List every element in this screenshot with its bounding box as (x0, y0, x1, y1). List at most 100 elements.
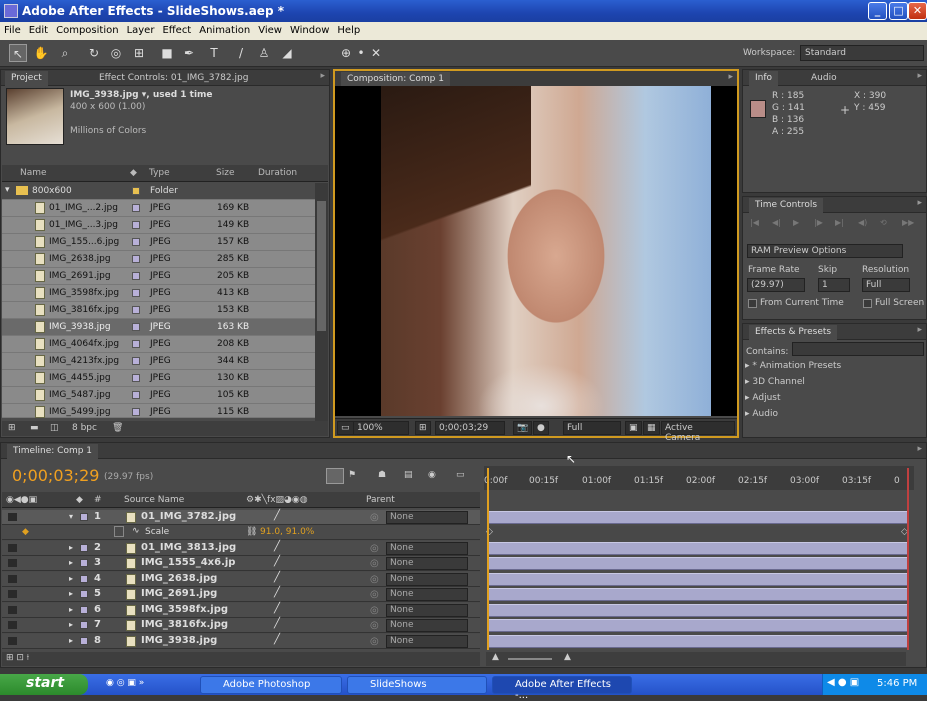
label-color[interactable] (80, 544, 88, 552)
loop-icon[interactable]: ⟲ (880, 218, 896, 228)
rotate-tool-icon[interactable]: ↻ (85, 44, 103, 62)
col-parent[interactable]: Parent (366, 495, 395, 505)
panel-menu-icon[interactable]: ▸ (320, 71, 325, 81)
layer-name[interactable]: IMG_3816fx.jpg (141, 619, 228, 630)
label-color[interactable] (132, 391, 140, 399)
pickwhip-icon[interactable]: ◎ (370, 605, 379, 616)
pan-behind-icon[interactable]: ⊞ (130, 44, 148, 62)
tab-timeline[interactable]: Timeline: Comp 1 (7, 444, 99, 459)
tab-effects-presets[interactable]: Effects & Presets (749, 325, 838, 340)
file-row[interactable]: IMG_5499.jpg JPEG 115 KB (2, 404, 315, 418)
label-color[interactable] (132, 187, 140, 195)
layer-row[interactable]: ▸ 6 IMG_3598fx.jpg ╱ ◎ None (2, 603, 480, 618)
pickwhip-icon[interactable]: ◎ (370, 558, 379, 569)
effects-search-input[interactable] (792, 342, 924, 356)
panel-menu-icon[interactable]: ▸ (917, 71, 922, 81)
parent-dropdown[interactable]: None (386, 619, 468, 632)
menu-file[interactable]: File (0, 22, 25, 36)
stopwatch-icon[interactable] (114, 526, 124, 537)
label-color[interactable] (132, 272, 140, 280)
task-photoshop[interactable]: Adobe Photoshop (200, 676, 342, 694)
next-frame-icon[interactable]: |▶ (814, 218, 830, 228)
quick-launch-icons[interactable]: ◉ ◎ ▣ » (106, 678, 144, 688)
trash-icon[interactable]: 🗑 (112, 423, 123, 433)
parent-dropdown[interactable]: None (386, 635, 468, 648)
pickwhip-icon[interactable]: ◎ (370, 620, 379, 631)
frame-rate-dropdown[interactable]: (29.97) (747, 278, 805, 292)
menu-composition[interactable]: Composition (52, 22, 122, 36)
parent-dropdown[interactable]: None (386, 542, 468, 555)
mask-tool-icon[interactable]: ■ (158, 44, 176, 62)
layer-name[interactable]: IMG_3598fx.jpg (141, 604, 228, 615)
effects-item[interactable]: ▸ Adjust (745, 393, 915, 408)
video-toggle-icon[interactable] (8, 513, 17, 521)
layer-duration-bar[interactable] (489, 542, 907, 555)
pickwhip-icon[interactable]: ◎ (370, 589, 379, 600)
parent-dropdown[interactable]: None (386, 511, 468, 524)
label-color[interactable] (80, 637, 88, 645)
layer-name[interactable]: IMG_2691.jpg (141, 588, 217, 599)
layer-row[interactable]: ▸ 7 IMG_3816fx.jpg ╱ ◎ None (2, 618, 480, 633)
new-folder-icon[interactable]: ▬ (30, 423, 39, 433)
timeline-current-time[interactable]: 0;00;03;29 (12, 466, 99, 485)
ram-preview-icon[interactable]: ▶▶ (902, 218, 918, 228)
expand-triangle-icon[interactable]: ▸ (69, 636, 73, 645)
scale-value[interactable]: 91.0, 91.0% (260, 527, 314, 537)
motion-blur-icon[interactable]: ◉ (428, 470, 436, 480)
quality-switch[interactable]: ╱ (274, 510, 280, 521)
parent-dropdown[interactable]: None (386, 557, 468, 570)
file-row[interactable]: IMG_3598fx.jpg JPEG 413 KB (2, 285, 315, 302)
tab-effect-controls[interactable]: Effect Controls: 01_IMG_3782.jpg (93, 71, 254, 86)
scroll-thumb[interactable] (317, 201, 326, 331)
menu-edit[interactable]: Edit (25, 22, 52, 36)
effects-item[interactable]: ▸ 3D Channel (745, 377, 915, 392)
camera-dropdown[interactable]: Active Camera (661, 421, 735, 443)
quality-switch[interactable]: ╱ (274, 587, 280, 598)
graph-editor-icon[interactable]: ▭ (456, 470, 465, 480)
quality-switch[interactable]: ╱ (274, 603, 280, 614)
expand-triangle-icon[interactable]: ▸ (69, 574, 73, 583)
safe-zones-icon[interactable]: ⊞ (415, 421, 431, 435)
menu-window[interactable]: Window (286, 22, 333, 36)
file-row[interactable]: IMG_2638.jpg JPEG 285 KB (2, 251, 315, 268)
tab-project[interactable]: Project (5, 71, 48, 86)
layer-duration-bar[interactable] (489, 588, 907, 601)
expand-triangle-icon[interactable]: ▸ (69, 620, 73, 629)
draft-3d-icon[interactable]: ⚑ (348, 470, 356, 480)
label-color[interactable] (80, 513, 88, 521)
new-comp-icon[interactable]: ◫ (50, 423, 59, 433)
panel-menu-icon[interactable]: ▸ (917, 325, 922, 335)
task-after-effects[interactable]: Adobe After Effects -... (492, 676, 632, 701)
panel-menu-icon[interactable]: ▸ (917, 444, 922, 454)
label-color[interactable] (80, 621, 88, 629)
from-current-time-checkbox[interactable] (748, 299, 757, 308)
file-row[interactable]: IMG_4455.jpg JPEG 130 KB (2, 370, 315, 387)
file-row[interactable]: IMG_3816fx.jpg JPEG 153 KB (2, 302, 315, 319)
zoom-out-icon[interactable]: ▲ (492, 652, 499, 662)
expand-triangle-icon[interactable]: ▸ (69, 605, 73, 614)
label-color[interactable] (80, 606, 88, 614)
frame-blending-icon[interactable]: ▤ (404, 470, 413, 480)
label-color[interactable] (132, 289, 140, 297)
col-number[interactable]: # (94, 495, 102, 505)
label-color[interactable] (80, 575, 88, 583)
current-time-indicator[interactable] (487, 468, 489, 650)
col-name[interactable]: Name (20, 168, 47, 178)
file-row[interactable]: 01_IMG_...3.jpg JPEG 149 KB (2, 217, 315, 234)
close-button[interactable]: ✕ (908, 2, 927, 20)
selection-tool-icon[interactable]: ↖ (9, 44, 27, 62)
tab-time-controls[interactable]: Time Controls (749, 198, 824, 213)
clone-stamp-icon[interactable]: ♙ (255, 44, 273, 62)
expand-triangle-icon[interactable]: ▾ (5, 185, 10, 195)
expand-triangle-icon[interactable]: ▸ (69, 558, 73, 567)
current-time-display[interactable]: 0;00;03;29 (435, 421, 505, 435)
tab-info[interactable]: Info (749, 71, 779, 86)
play-icon[interactable]: ▶ (793, 218, 809, 228)
label-color[interactable] (80, 559, 88, 567)
layer-name[interactable]: IMG_2638.jpg (141, 573, 217, 584)
video-toggle-icon[interactable] (8, 575, 17, 583)
label-color[interactable] (132, 204, 140, 212)
link-icon[interactable]: ⛓ (246, 527, 257, 537)
quality-switch[interactable]: ╱ (274, 618, 280, 629)
menu-view[interactable]: View (254, 22, 286, 36)
